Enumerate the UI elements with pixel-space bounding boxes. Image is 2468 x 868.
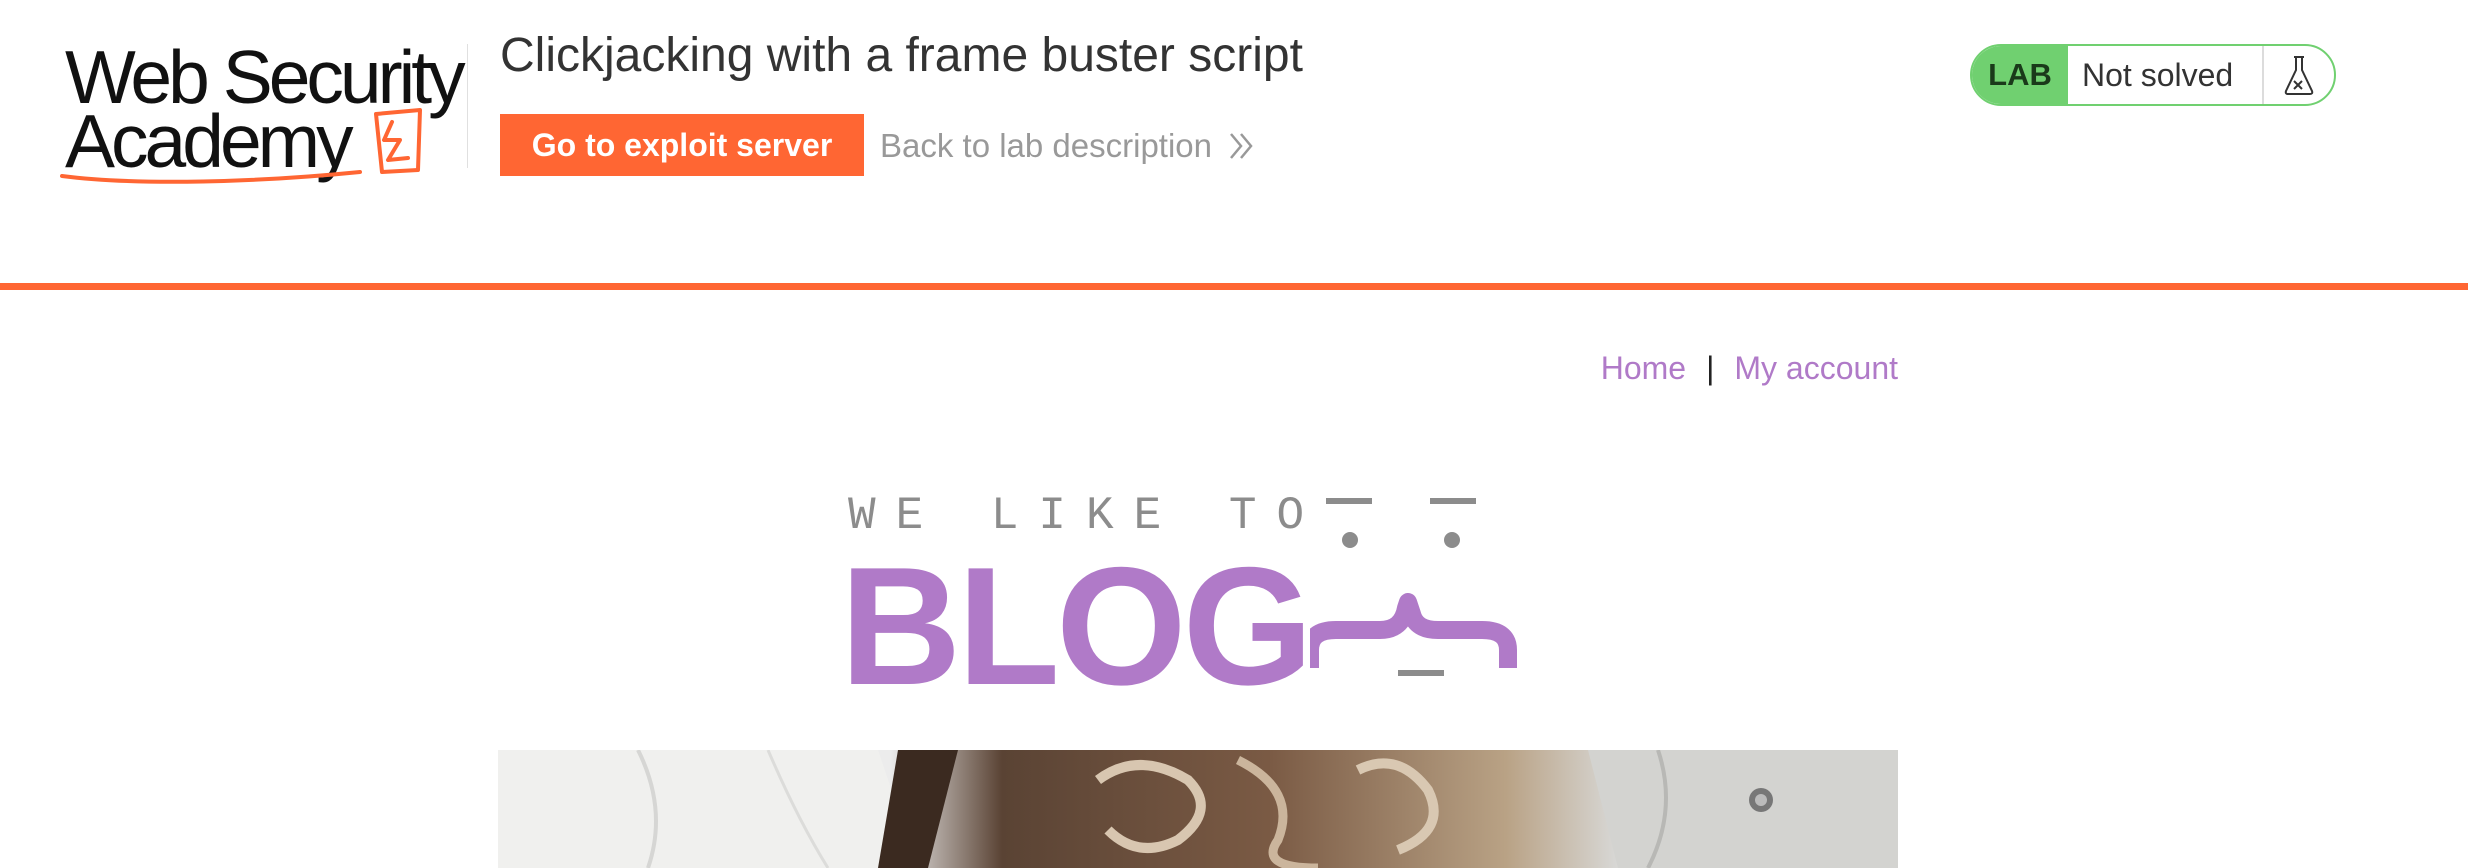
go-to-exploit-server-button[interactable]: Go to exploit server <box>500 114 864 176</box>
logo-lightning-mark-icon <box>60 108 422 184</box>
nav-separator: | <box>1706 350 1715 386</box>
blog-banner: WE LIKE TO BLOG <box>840 480 1560 710</box>
back-link-label: Back to lab description <box>880 127 1213 164</box>
academy-header: Web Security Academy Clickjacking with a… <box>0 0 2468 290</box>
back-to-lab-description-link[interactable]: Back to lab description <box>880 124 1256 168</box>
web-security-academy-logo[interactable]: Web Security Academy <box>60 36 466 186</box>
nav-my-account-link[interactable]: My account <box>1734 350 1898 386</box>
lab-status-text: Not solved <box>2068 46 2264 104</box>
lab-badge: LAB <box>1972 46 2068 104</box>
top-navigation: Home | My account <box>1601 350 1898 387</box>
blog-hero-image <box>498 750 1898 868</box>
lab-title: Clickjacking with a frame buster script <box>500 29 1303 82</box>
header-divider <box>467 44 468 168</box>
header-bottom-rule <box>0 283 2468 290</box>
curly-brace-face-icon <box>1310 498 1517 676</box>
banner-title: BLOG <box>840 532 1313 720</box>
double-chevron-right-icon <box>1230 133 1253 159</box>
lab-status-widget: LAB Not solved <box>1970 44 2336 106</box>
flask-icon <box>2264 46 2334 104</box>
nav-home-link[interactable]: Home <box>1601 350 1686 386</box>
